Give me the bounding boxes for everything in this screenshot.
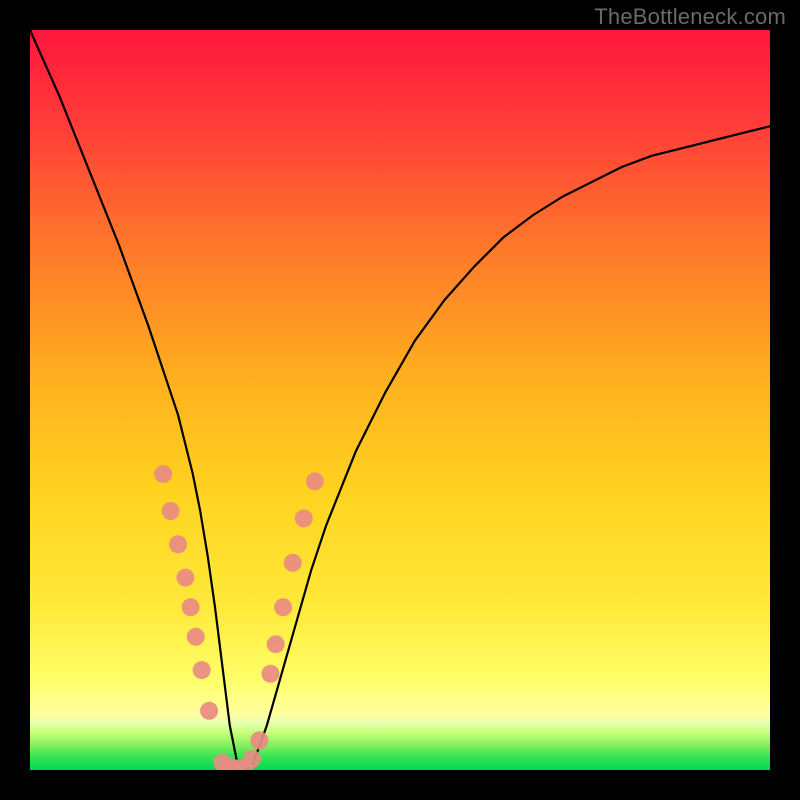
chart-plot xyxy=(30,30,770,770)
marker-dot xyxy=(243,750,261,768)
watermark-text: TheBottleneck.com xyxy=(594,4,786,30)
marker-dot xyxy=(295,509,313,527)
marker-dot xyxy=(200,702,218,720)
marker-dot xyxy=(306,472,324,490)
marker-dot xyxy=(154,465,172,483)
marker-dot xyxy=(250,731,268,749)
marker-dot xyxy=(187,628,205,646)
marker-dot xyxy=(193,661,211,679)
marker-dot xyxy=(169,535,187,553)
marker-dot xyxy=(267,635,285,653)
marker-dot xyxy=(274,598,292,616)
marker-dot xyxy=(284,554,302,572)
chart-frame: TheBottleneck.com xyxy=(0,0,800,800)
marker-dot xyxy=(182,598,200,616)
gradient-background xyxy=(30,30,770,770)
marker-dot xyxy=(176,569,194,587)
marker-dot xyxy=(262,665,280,683)
marker-dot xyxy=(162,502,180,520)
